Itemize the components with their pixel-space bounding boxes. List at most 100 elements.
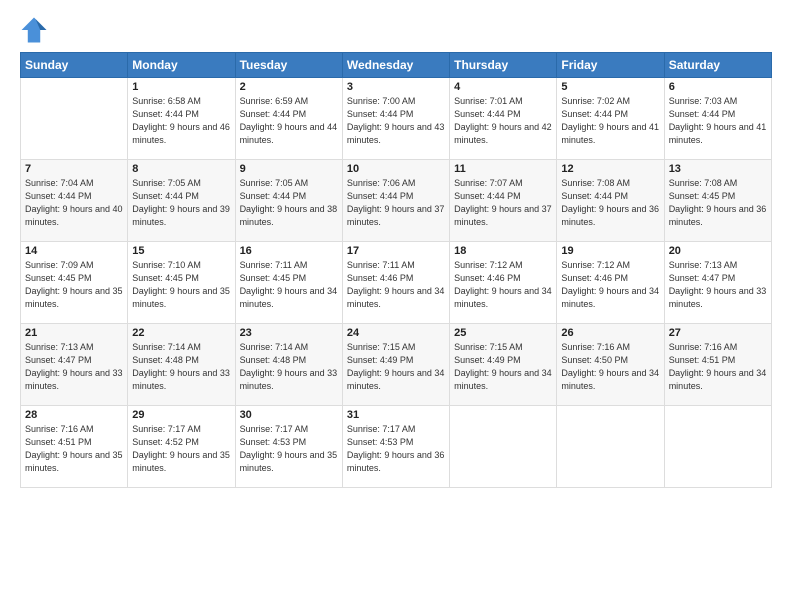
day-info: Sunrise: 7:15 AMSunset: 4:49 PMDaylight:… [454,341,552,393]
day-number: 2 [240,81,338,93]
calendar-cell: 1 Sunrise: 6:58 AMSunset: 4:44 PMDaylight… [128,78,235,160]
calendar-cell: 9 Sunrise: 7:05 AMSunset: 4:44 PMDaylight… [235,160,342,242]
calendar-cell: 8 Sunrise: 7:05 AMSunset: 4:44 PMDaylight… [128,160,235,242]
day-number: 3 [347,81,445,93]
day-info: Sunrise: 7:11 AMSunset: 4:45 PMDaylight:… [240,259,338,311]
day-info: Sunrise: 7:13 AMSunset: 4:47 PMDaylight:… [25,341,123,393]
day-info: Sunrise: 7:05 AMSunset: 4:44 PMDaylight:… [132,177,230,229]
day-number: 28 [25,409,123,421]
calendar-cell: 31Sunrise: 7:17 AMSunset: 4:53 PMDayligh… [342,406,449,488]
day-number: 25 [454,327,552,339]
calendar-cell [450,406,557,488]
day-number: 23 [240,327,338,339]
calendar-cell: 20 Sunrise: 7:13 AMSunset: 4:47 PMDayligh… [664,242,771,324]
day-info: Sunrise: 7:13 AMSunset: 4:47 PMDaylight:… [669,259,767,311]
day-info: Sunrise: 7:11 AMSunset: 4:46 PMDaylight:… [347,259,445,311]
calendar-cell: 4Sunrise: 7:01 AMSunset: 4:44 PMDaylight… [450,78,557,160]
calendar-cell: 26 Sunrise: 7:16 AMSunset: 4:50 PMDayligh… [557,324,664,406]
day-number: 19 [561,245,659,257]
calendar-week-3: 21 Sunrise: 7:13 AMSunset: 4:47 PMDayligh… [21,324,772,406]
day-info: Sunrise: 6:58 AMSunset: 4:44 PMDaylight:… [132,95,230,147]
day-number: 6 [669,81,767,93]
day-number: 24 [347,327,445,339]
day-number: 13 [669,163,767,175]
day-number: 14 [25,245,123,257]
day-number: 8 [132,163,230,175]
weekday-header-friday: Friday [557,53,664,78]
day-number: 1 [132,81,230,93]
day-number: 10 [347,163,445,175]
day-info: Sunrise: 7:00 AMSunset: 4:44 PMDaylight:… [347,95,445,147]
day-number: 9 [240,163,338,175]
day-number: 5 [561,81,659,93]
calendar-cell [664,406,771,488]
day-number: 16 [240,245,338,257]
calendar-cell [557,406,664,488]
calendar-cell: 28Sunrise: 7:16 AMSunset: 4:51 PMDayligh… [21,406,128,488]
day-info: Sunrise: 7:17 AMSunset: 4:52 PMDaylight:… [132,423,230,475]
day-info: Sunrise: 7:10 AMSunset: 4:45 PMDaylight:… [132,259,230,311]
day-number: 22 [132,327,230,339]
calendar-cell: 29Sunrise: 7:17 AMSunset: 4:52 PMDayligh… [128,406,235,488]
calendar-cell: 5 Sunrise: 7:02 AMSunset: 4:44 PMDaylight… [557,78,664,160]
page: SundayMondayTuesdayWednesdayThursdayFrid… [0,0,792,612]
weekday-header-wednesday: Wednesday [342,53,449,78]
logo-icon [20,16,48,44]
header [20,16,772,44]
day-number: 30 [240,409,338,421]
calendar-week-0: 1 Sunrise: 6:58 AMSunset: 4:44 PMDaylight… [21,78,772,160]
calendar-cell: 18 Sunrise: 7:12 AMSunset: 4:46 PMDayligh… [450,242,557,324]
day-info: Sunrise: 7:14 AMSunset: 4:48 PMDaylight:… [132,341,230,393]
logo [20,16,50,44]
weekday-header-row: SundayMondayTuesdayWednesdayThursdayFrid… [21,53,772,78]
day-info: Sunrise: 7:02 AMSunset: 4:44 PMDaylight:… [561,95,659,147]
calendar-week-2: 14 Sunrise: 7:09 AMSunset: 4:45 PMDayligh… [21,242,772,324]
calendar-cell: 30Sunrise: 7:17 AMSunset: 4:53 PMDayligh… [235,406,342,488]
calendar-cell [21,78,128,160]
day-info: Sunrise: 7:17 AMSunset: 4:53 PMDaylight:… [347,423,445,475]
day-number: 18 [454,245,552,257]
day-info: Sunrise: 7:14 AMSunset: 4:48 PMDaylight:… [240,341,338,393]
day-number: 17 [347,245,445,257]
weekday-header-saturday: Saturday [664,53,771,78]
day-number: 27 [669,327,767,339]
calendar-cell: 24 Sunrise: 7:15 AMSunset: 4:49 PMDayligh… [342,324,449,406]
day-info: Sunrise: 7:16 AMSunset: 4:50 PMDaylight:… [561,341,659,393]
day-number: 11 [454,163,552,175]
day-info: Sunrise: 7:09 AMSunset: 4:45 PMDaylight:… [25,259,123,311]
calendar-cell: 3 Sunrise: 7:00 AMSunset: 4:44 PMDaylight… [342,78,449,160]
day-info: Sunrise: 7:16 AMSunset: 4:51 PMDaylight:… [669,341,767,393]
day-info: Sunrise: 7:03 AMSunset: 4:44 PMDaylight:… [669,95,767,147]
calendar-cell: 14 Sunrise: 7:09 AMSunset: 4:45 PMDayligh… [21,242,128,324]
calendar-cell: 11 Sunrise: 7:07 AMSunset: 4:44 PMDayligh… [450,160,557,242]
calendar-week-4: 28Sunrise: 7:16 AMSunset: 4:51 PMDayligh… [21,406,772,488]
day-info: Sunrise: 7:15 AMSunset: 4:49 PMDaylight:… [347,341,445,393]
day-number: 20 [669,245,767,257]
weekday-header-thursday: Thursday [450,53,557,78]
calendar-cell: 25 Sunrise: 7:15 AMSunset: 4:49 PMDayligh… [450,324,557,406]
calendar-cell: 15 Sunrise: 7:10 AMSunset: 4:45 PMDayligh… [128,242,235,324]
day-number: 15 [132,245,230,257]
calendar-cell: 12Sunrise: 7:08 AMSunset: 4:44 PMDayligh… [557,160,664,242]
weekday-header-monday: Monday [128,53,235,78]
day-number: 21 [25,327,123,339]
day-info: Sunrise: 7:05 AMSunset: 4:44 PMDaylight:… [240,177,338,229]
calendar-cell: 21 Sunrise: 7:13 AMSunset: 4:47 PMDayligh… [21,324,128,406]
calendar-cell: 16 Sunrise: 7:11 AMSunset: 4:45 PMDayligh… [235,242,342,324]
calendar-cell: 10 Sunrise: 7:06 AMSunset: 4:44 PMDayligh… [342,160,449,242]
day-info: Sunrise: 7:12 AMSunset: 4:46 PMDaylight:… [454,259,552,311]
calendar-cell: 22 Sunrise: 7:14 AMSunset: 4:48 PMDayligh… [128,324,235,406]
day-number: 26 [561,327,659,339]
weekday-header-tuesday: Tuesday [235,53,342,78]
day-info: Sunrise: 7:01 AMSunset: 4:44 PMDaylight:… [454,95,552,147]
day-info: Sunrise: 7:07 AMSunset: 4:44 PMDaylight:… [454,177,552,229]
calendar-cell: 2Sunrise: 6:59 AMSunset: 4:44 PMDaylight… [235,78,342,160]
calendar-cell: 23 Sunrise: 7:14 AMSunset: 4:48 PMDayligh… [235,324,342,406]
day-number: 7 [25,163,123,175]
day-number: 12 [561,163,659,175]
calendar-cell: 27 Sunrise: 7:16 AMSunset: 4:51 PMDayligh… [664,324,771,406]
calendar-cell: 6 Sunrise: 7:03 AMSunset: 4:44 PMDaylight… [664,78,771,160]
day-info: Sunrise: 7:04 AMSunset: 4:44 PMDaylight:… [25,177,123,229]
day-info: Sunrise: 7:06 AMSunset: 4:44 PMDaylight:… [347,177,445,229]
calendar-cell: 19Sunrise: 7:12 AMSunset: 4:46 PMDayligh… [557,242,664,324]
